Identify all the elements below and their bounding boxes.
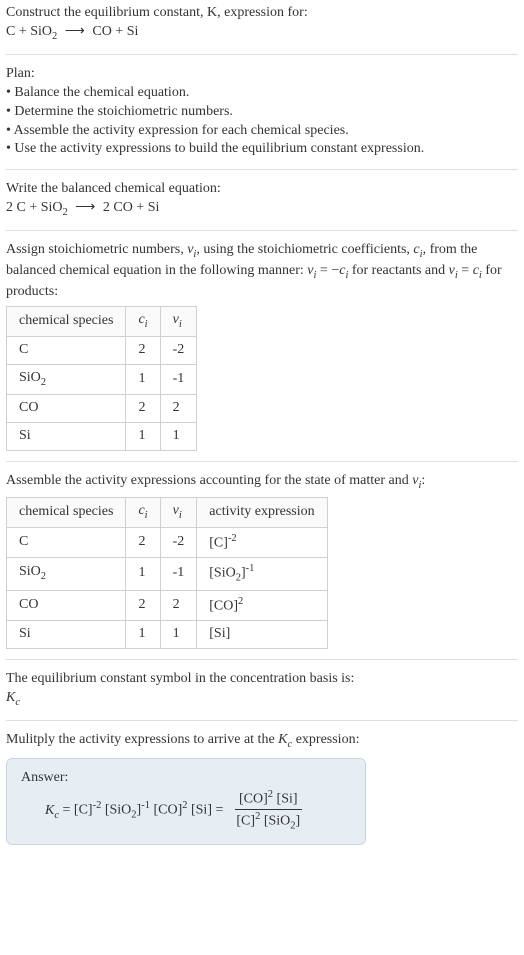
multiply-line: Mulitply the activity expressions to arr… [6,731,518,752]
col-ci: ci [126,497,160,527]
stoich-table: chemical species ci νi C 2 -2 SiO2 1 -1 … [6,306,197,451]
balanced-heading: Write the balanced chemical equation: [6,180,518,199]
table-row: Si 1 1 [Si] [7,621,328,649]
activity-intro: Assemble the activity expressions accoun… [6,472,518,493]
cell-activity: [C]-2 [197,527,327,558]
answer-box: Answer: Kc = [C]-2 [SiO2]-1 [CO]2 [Si] =… [6,758,366,845]
kc-symbol-block: The equilibrium constant symbol in the c… [6,670,518,710]
divider [6,720,518,721]
cell-nui: -2 [160,336,197,364]
cell-species: C [7,527,126,558]
table-row: C 2 -2 [C]-2 [7,527,328,558]
cell-nui: -2 [160,527,197,558]
balanced-block: Write the balanced chemical equation: 2 … [6,180,518,220]
cell-ci: 1 [126,364,160,394]
cell-nui: 1 [160,422,197,450]
cell-species: C [7,336,126,364]
intro-equation: C + SiO2 ⟶ CO + Si [6,24,138,39]
cell-species: Si [7,422,126,450]
cell-activity: [SiO2]-1 [197,558,327,591]
cell-nui: 2 [160,394,197,422]
plan-item: • Determine the stoichiometric numbers. [6,103,518,122]
divider [6,659,518,660]
stoich-block: Assign stoichiometric numbers, νi, using… [6,241,518,450]
intro-line: Construct the equilibrium constant, K, e… [6,4,518,44]
cell-nui: -1 [160,558,197,591]
table-header-row: chemical species ci νi [7,307,197,337]
cell-nui: 1 [160,621,197,649]
kc-numerator: [CO]2 [Si] [235,788,302,811]
plan-item: • Assemble the activity expression for e… [6,122,518,141]
cell-ci: 1 [126,558,160,591]
plan-item: • Use the activity expressions to build … [6,140,518,159]
table-header-row: chemical species ci νi activity expressi… [7,497,328,527]
cell-species: SiO2 [7,558,126,591]
kc-symbol-line: The equilibrium constant symbol in the c… [6,670,518,689]
cell-species: SiO2 [7,364,126,394]
cell-activity: [Si] [197,621,327,649]
activity-table: chemical species ci νi activity expressi… [6,497,328,650]
col-ci: ci [126,307,160,337]
table-row: SiO2 1 -1 [SiO2]-1 [7,558,328,591]
stoich-intro: Assign stoichiometric numbers, νi, using… [6,241,518,302]
cell-nui: 2 [160,590,197,621]
table-row: C 2 -2 [7,336,197,364]
col-nui: νi [160,307,197,337]
kc-denominator: [C]2 [SiO2] [232,810,304,834]
cell-species: CO [7,590,126,621]
cell-species: CO [7,394,126,422]
cell-nui: -1 [160,364,197,394]
col-nui: νi [160,497,197,527]
table-row: SiO2 1 -1 [7,364,197,394]
divider [6,230,518,231]
divider [6,461,518,462]
cell-species: Si [7,621,126,649]
intro-text: Construct the equilibrium constant, K, e… [6,5,308,20]
cell-ci: 2 [126,590,160,621]
plan-block: Plan: • Balance the chemical equation. •… [6,65,518,159]
kc-symbol: Kc [6,689,518,710]
cell-ci: 1 [126,621,160,649]
table-row: Si 1 1 [7,422,197,450]
cell-ci: 2 [126,336,160,364]
table-row: CO 2 2 [7,394,197,422]
cell-ci: 2 [126,527,160,558]
cell-ci: 1 [126,422,160,450]
cell-ci: 2 [126,394,160,422]
cell-activity: [CO]2 [197,590,327,621]
kc-fraction: [CO]2 [Si] [C]2 [SiO2] [232,788,304,834]
plan-item: • Balance the chemical equation. [6,84,518,103]
balanced-equation: 2 C + SiO2 ⟶ 2 CO + Si [6,200,159,215]
divider [6,54,518,55]
answer-formula: Kc = [C]-2 [SiO2]-1 [CO]2 [Si] = [CO]2 [… [21,788,351,834]
col-species: chemical species [7,307,126,337]
col-activity: activity expression [197,497,327,527]
plan-heading: Plan: [6,65,518,84]
col-species: chemical species [7,497,126,527]
table-row: CO 2 2 [CO]2 [7,590,328,621]
kc-lhs: Kc = [C]-2 [SiO2]-1 [CO]2 [Si] = [45,799,223,823]
activity-block: Assemble the activity expressions accoun… [6,472,518,650]
answer-label: Answer: [21,769,351,788]
divider [6,169,518,170]
